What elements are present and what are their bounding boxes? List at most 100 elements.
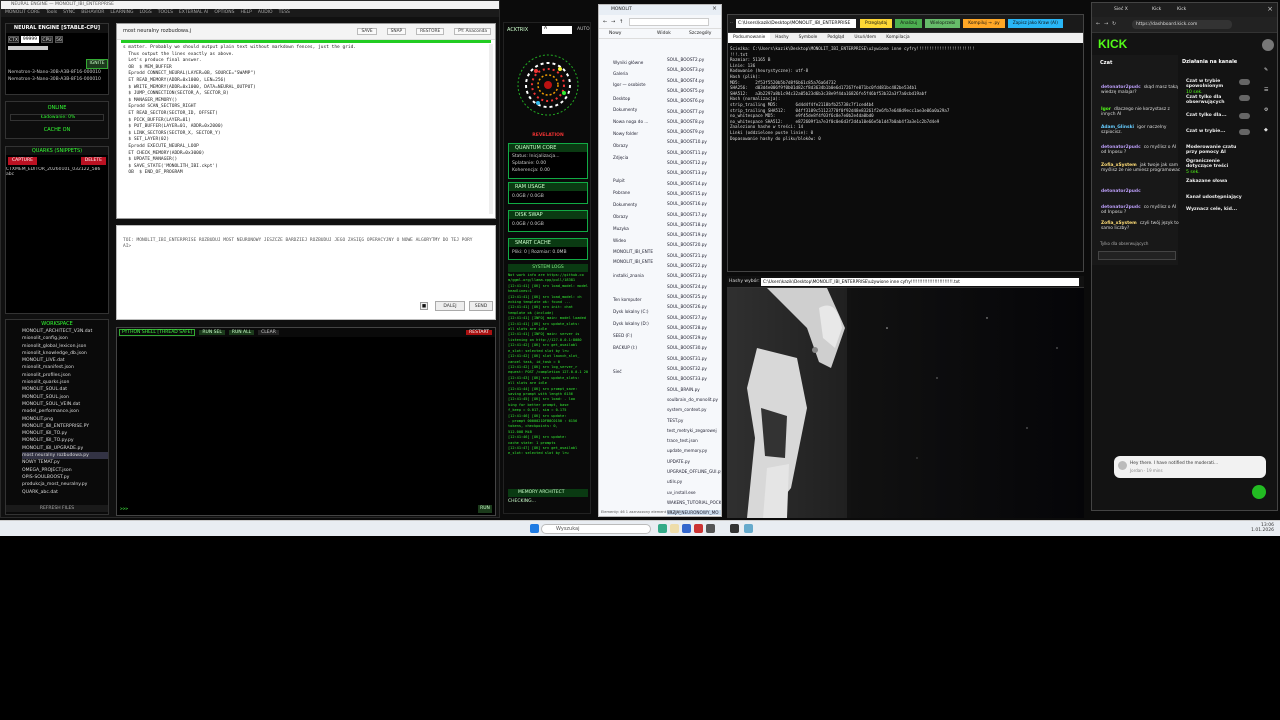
workspace-file[interactable]: mionolit_global_lexicon.json	[22, 343, 108, 350]
browser-tab[interactable]: Kick	[1177, 7, 1186, 12]
workspace-file[interactable]: most neuralny rozbudowa.py	[22, 452, 108, 460]
workspace-file[interactable]: model_performance.json	[22, 408, 108, 415]
url-bar[interactable]: https://dashboard.kick.com	[1132, 20, 1232, 29]
details-button[interactable]: Szczegóły	[689, 31, 711, 36]
stop-icon[interactable]: ■	[420, 302, 428, 310]
app-icon[interactable]	[658, 524, 667, 533]
nav-item[interactable]: Pobrane	[613, 190, 663, 195]
toolbar-button[interactable]: PY: Anaconda	[454, 28, 491, 35]
nav-item[interactable]: SEED (F:)	[613, 333, 663, 338]
toggle-switch[interactable]	[1239, 95, 1250, 101]
workspace-file[interactable]: mionolit_config.json	[22, 335, 108, 342]
app-icon[interactable]	[682, 524, 691, 533]
run-sel-button[interactable]: RUN SEL	[199, 330, 225, 335]
back-arrow-icon[interactable]: ←	[1096, 21, 1100, 27]
file-item[interactable]: SOUL_BOOST17.py	[667, 212, 721, 217]
nav-item[interactable]: Sieć	[613, 369, 663, 374]
quark-item[interactable]: abc	[6, 172, 108, 177]
menu-item[interactable]: MONOLIT CORE	[5, 10, 40, 15]
nav-item[interactable]: Nowy folder	[613, 131, 663, 136]
file-item[interactable]: update_memory.py	[667, 448, 721, 453]
tab[interactable]: Hashy	[770, 33, 793, 43]
action-button[interactable]: Analizuj	[895, 19, 923, 28]
file-item[interactable]: uv_install.exe	[667, 490, 721, 495]
nav-item[interactable]: Obrazy	[613, 214, 663, 219]
file-item[interactable]: utils.py	[667, 479, 721, 484]
workspace-file[interactable]: mionolit_profiles.json	[22, 372, 108, 379]
file-item[interactable]: trace_test.json	[667, 438, 721, 443]
file-item[interactable]: SOUL_BOOST30.py	[667, 345, 721, 350]
kick-logo[interactable]: KICK	[1098, 37, 1127, 51]
workspace-file[interactable]: OMEGA_PROJECT.json	[22, 467, 108, 474]
workspace-file[interactable]: produkcja_most_neuralny.py	[22, 481, 108, 488]
file-item[interactable]: UPGRADE_OFFLINE_GUI.py	[667, 469, 721, 474]
file-item[interactable]: SOUL_BOOST14.py	[667, 181, 721, 186]
search-input[interactable]: Wyszukaj	[541, 524, 651, 534]
app-icon[interactable]	[706, 524, 715, 533]
file-item[interactable]: SOUL_BOOST15.py	[667, 191, 721, 196]
chat-username[interactable]: detonator2pudc	[1101, 189, 1141, 194]
tab[interactable]: Podgląd	[822, 33, 849, 43]
toggle-switch[interactable]	[1239, 129, 1250, 135]
nav-item[interactable]: Dokumenty	[613, 202, 663, 207]
toolbar-button[interactable]: RESTORE	[416, 28, 445, 35]
workspace-file[interactable]: MONOLIT_LIVE.dat	[22, 357, 108, 364]
workspace-file[interactable]: NOWY TEMAT.py	[22, 459, 108, 466]
hash-selection-path[interactable]: C:\Users\kazik\Desktop\MONOLIT_IBI_ENTER…	[761, 278, 1079, 286]
file-item[interactable]: SOUL_BOOST31.py	[667, 356, 721, 361]
file-item[interactable]: SOUL_BOOST21.py	[667, 253, 721, 258]
menu-item[interactable]: Tools	[46, 10, 57, 15]
file-item[interactable]: SOUL_BOOST29.py	[667, 335, 721, 340]
channel-setting[interactable]: Czat w trybie...	[1186, 129, 1246, 134]
toolbar-button[interactable]: SNAP	[386, 28, 407, 35]
nav-item[interactable]: Nowa noga do ...	[613, 119, 663, 124]
file-item[interactable]: SOUL_BOOST20.py	[667, 242, 721, 247]
file-item[interactable]: SOUL_BOOST13.py	[667, 170, 721, 175]
menu-item[interactable]: BEHAVIOR	[81, 10, 104, 15]
file-item[interactable]: SOUL_BOOST4.py	[667, 78, 721, 83]
tab[interactable]: Usuń/dem	[849, 33, 881, 43]
channel-setting[interactable]: Wyznacz cele, kid...	[1186, 207, 1246, 212]
nav-item[interactable]: Pulpit	[613, 178, 663, 183]
clear-button[interactable]: CLEAR	[258, 330, 279, 335]
start-icon[interactable]	[530, 524, 539, 533]
channel-setting[interactable]: Kanał udostępniający	[1186, 195, 1246, 200]
workspace-file[interactable]: MONOLIT_SOUL.json	[22, 394, 108, 401]
auto-label[interactable]: AUTO	[577, 27, 590, 32]
model-item[interactable]: Nemotron-3-Nano-30B-A3B-8F16-000010	[8, 77, 101, 82]
file-item[interactable]: SOUL_BOOST9.py	[667, 129, 721, 134]
workspace-file[interactable]: mionolit_manifest.json	[22, 364, 108, 371]
file-item[interactable]: SOUL_BOOST33.py	[667, 376, 721, 381]
quark-item[interactable]: CTXMEM_EDITOR_20260101_032122_586	[6, 167, 108, 172]
app-icon[interactable]	[694, 524, 703, 533]
menu-item[interactable]: OPTIONS	[214, 10, 234, 15]
view-button[interactable]: Widok	[657, 31, 671, 36]
address-bar[interactable]	[629, 18, 709, 26]
workspace-file[interactable]: MONOLIT_IBI_TO.py.py	[22, 437, 108, 444]
file-item[interactable]: SOUL_BOOST6.py	[667, 98, 721, 103]
file-item[interactable]: SOUL_BOOST28.py	[667, 325, 721, 330]
file-item[interactable]: system_context.py	[667, 407, 721, 412]
file-item[interactable]: SOUL_BOOST26.py	[667, 304, 721, 309]
nav-item[interactable]: Dysk lokalny (D:)	[613, 321, 663, 326]
file-item[interactable]: SOUL_BOOST23.py	[667, 273, 721, 278]
workspace-file[interactable]: MONOLIT_IBI_TO.py	[22, 430, 108, 437]
nav-item[interactable]: Muzyka	[613, 226, 663, 231]
nav-item[interactable]: BACKUP (I:)	[613, 345, 663, 350]
workspace-file[interactable]: MONOLIT_IBI_UPGRADE.py	[22, 445, 108, 452]
browser-tab[interactable]: Sieć X	[1114, 7, 1128, 12]
file-item[interactable]: SOUL_BOOST10.py	[667, 139, 721, 144]
nav-item[interactable]: Desktop	[613, 96, 663, 101]
ctx-input[interactable]: 99999	[21, 36, 39, 43]
file-item[interactable]: UPDATE.py	[667, 459, 721, 464]
close-icon[interactable]: ×	[712, 5, 717, 12]
forward-arrow-icon[interactable]: →	[611, 19, 615, 25]
file-item[interactable]: SOUL_BOOST2.py	[667, 57, 721, 62]
browser-tab[interactable]: Kick	[1152, 7, 1161, 12]
nav-item[interactable]: MONOLIT_IBI_ENTE	[613, 249, 663, 254]
file-item[interactable]: SOUL_BOOST3.py	[667, 67, 721, 72]
notification-toast[interactable]: Hey there. I have notified the moderati.…	[1114, 456, 1266, 478]
file-item[interactable]: WAKENS_TUTORIAL_POCKE	[667, 500, 721, 505]
workspace-file[interactable]: MONOLIT_ARCHITECT_V3N.dat	[22, 328, 108, 335]
shell-prompt[interactable]: >>>	[120, 507, 128, 512]
